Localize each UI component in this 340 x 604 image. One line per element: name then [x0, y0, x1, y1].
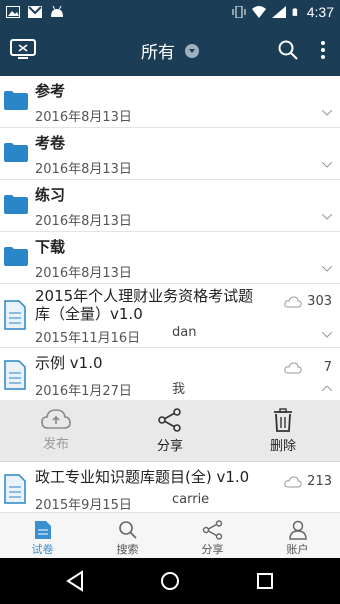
- user-icon: [288, 520, 307, 540]
- tab-share-label: 分享: [201, 543, 224, 556]
- folder-date: 2016年8月13日: [35, 110, 132, 125]
- paper-title: 示例 v1.0: [35, 354, 103, 372]
- paper-list: 参考 2016年8月13日 考卷 2016年8月13日 练习 2016年8月13…: [0, 76, 340, 512]
- tab-share[interactable]: 分享: [170, 513, 255, 559]
- paper-title-line1: 2015年个人理财业务资格考试题: [35, 287, 254, 305]
- battery-icon: [292, 8, 297, 16]
- folder-date: 2016年8月13日: [35, 214, 132, 229]
- folder-icon: [4, 195, 28, 214]
- document-icon: [4, 474, 26, 504]
- paper-row[interactable]: 2015年个人理财业务资格考试题 库（全量）v1.0 2015年11月16日 d…: [0, 284, 340, 348]
- status-time: 4:37: [306, 4, 334, 20]
- chevron-down-icon[interactable]: [322, 162, 332, 168]
- folder-name: 参考: [35, 82, 66, 100]
- status-bar: 4:37: [0, 0, 340, 24]
- folder-name: 考卷: [35, 134, 66, 152]
- share-button[interactable]: 分享: [130, 400, 210, 462]
- tab-account-label: 账户: [286, 543, 309, 556]
- paper-date: 2016年1月27日: [35, 384, 132, 399]
- tab-papers[interactable]: 试卷: [0, 513, 85, 559]
- paper-action-bar: 发布 分享 删除: [0, 400, 340, 462]
- more-vert-icon[interactable]: [317, 40, 329, 60]
- papers-icon: [34, 521, 51, 539]
- wifi-icon: [251, 6, 266, 18]
- paper-title-line2: 库（全量）v1.0: [35, 305, 143, 323]
- share-icon: [202, 520, 222, 540]
- search-icon[interactable]: [278, 40, 298, 60]
- delete-button[interactable]: 删除: [243, 400, 323, 462]
- search-icon: [118, 521, 137, 539]
- download-count: 213: [307, 474, 332, 489]
- cloud-icon: [284, 476, 302, 488]
- trash-icon: [274, 408, 292, 432]
- cloud-upload-icon: [41, 409, 71, 429]
- vibrate-icon: [232, 6, 246, 18]
- recents-icon[interactable]: [254, 570, 276, 592]
- tab-account[interactable]: 账户: [255, 513, 340, 559]
- folder-row[interactable]: 练习 2016年8月13日: [0, 180, 340, 232]
- cloud-icon: [284, 362, 302, 374]
- cloud-icon: [284, 296, 302, 308]
- document-icon: [4, 300, 26, 330]
- paper-date: 2015年11月16日: [35, 331, 141, 346]
- app-bar: 所有: [0, 24, 340, 76]
- delete-label: 删除: [269, 439, 296, 454]
- paper-date: 2015年9月15日: [35, 498, 132, 512]
- document-icon: [4, 360, 26, 390]
- chevron-down-icon[interactable]: [322, 266, 332, 272]
- tab-search[interactable]: 搜索: [85, 513, 170, 559]
- folder-row[interactable]: 考卷 2016年8月13日: [0, 128, 340, 180]
- publish-button[interactable]: 发布: [16, 400, 96, 462]
- download-count: 303: [307, 294, 332, 309]
- folder-name: 练习: [35, 186, 66, 204]
- folder-name: 下载: [35, 238, 66, 256]
- system-nav-bar: [0, 558, 340, 604]
- chevron-down-icon: [185, 44, 199, 58]
- tab-papers-label: 试卷: [31, 543, 54, 556]
- back-icon[interactable]: [64, 570, 86, 592]
- paper-author: dan: [172, 325, 197, 340]
- paper-title: 政工专业知识题库题目(全) v1.0: [35, 468, 250, 486]
- publish-label: 发布: [42, 437, 69, 452]
- folder-icon: [4, 91, 28, 110]
- page-title: 所有: [141, 43, 175, 63]
- image-notification-icon: [6, 6, 20, 18]
- chevron-down-icon[interactable]: [322, 214, 332, 220]
- bottom-tab-bar: 试卷 搜索 分享 账户: [0, 512, 340, 558]
- paper-author: carrie: [172, 492, 210, 507]
- paper-row[interactable]: 政工专业知识题库题目(全) v1.0 2015年9月15日 carrie 213: [0, 462, 340, 512]
- signal-icon: [271, 6, 286, 18]
- paper-author: 我: [172, 382, 186, 397]
- folder-row[interactable]: 下载 2016年8月13日: [0, 232, 340, 284]
- mail-notification-icon: [28, 6, 42, 18]
- chevron-up-icon[interactable]: [322, 386, 332, 392]
- download-count: 7: [323, 360, 332, 375]
- tab-search-label: 搜索: [116, 543, 139, 556]
- folder-icon: [4, 247, 28, 266]
- paper-row[interactable]: 示例 v1.0 2016年1月27日 我 7: [0, 348, 340, 400]
- android-notification-icon: [51, 6, 63, 17]
- folder-date: 2016年8月13日: [35, 266, 132, 281]
- folder-icon: [4, 143, 28, 162]
- share-label: 分享: [156, 439, 183, 454]
- share-icon: [158, 408, 181, 432]
- folder-date: 2016年8月13日: [35, 162, 132, 177]
- chevron-down-icon[interactable]: [322, 110, 332, 116]
- home-icon[interactable]: [159, 570, 181, 592]
- folder-row[interactable]: 参考 2016年8月13日: [0, 76, 340, 128]
- chevron-down-icon[interactable]: [322, 332, 332, 338]
